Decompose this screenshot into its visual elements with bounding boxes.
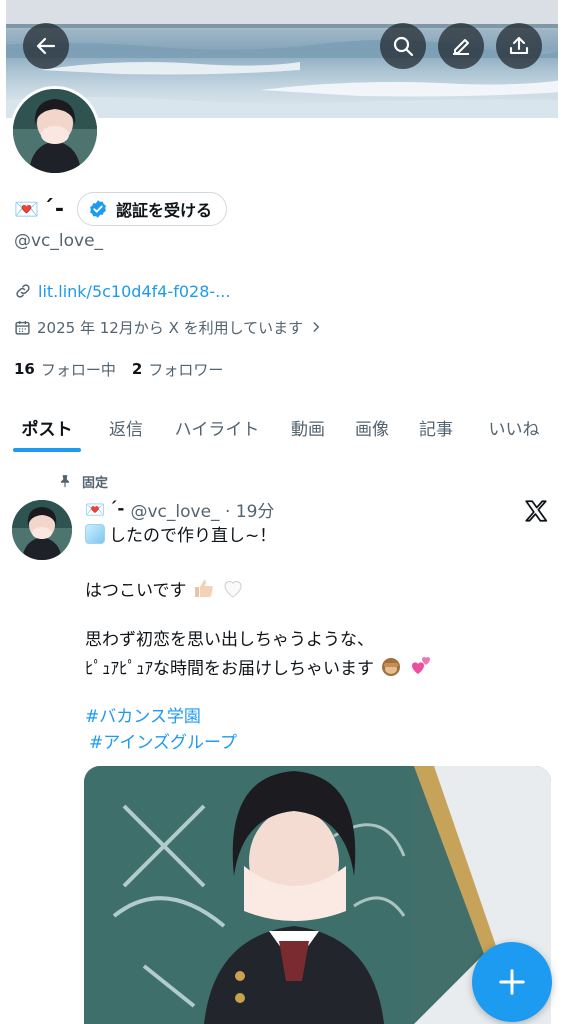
back-button[interactable] <box>23 23 69 69</box>
get-verified-button[interactable]: 認証を受ける <box>77 192 228 226</box>
profile-name-row: 💌 ´- 認証を受ける <box>14 192 228 226</box>
tab-articles-label: 記事 <box>419 419 453 440</box>
tab-posts[interactable]: ポスト <box>0 400 94 454</box>
link-icon <box>16 284 30 298</box>
see-no-evil-monkey-emoji <box>382 658 401 676</box>
tab-likes[interactable]: いいね <box>468 400 560 454</box>
tab-highlights-label: ハイライト <box>174 419 260 440</box>
post-header: 💌 ´- @vc_love_ · 19分 <box>85 497 274 522</box>
post-line-1-text: したので作り直し~！ <box>109 526 277 546</box>
tab-videos[interactable]: 動画 <box>276 400 340 454</box>
hashtag-link-2[interactable]: #アインズグループ <box>89 731 237 755</box>
followers-label[interactable]: フォロワー <box>148 359 223 380</box>
following-label[interactable]: フォロー中 <box>41 359 116 380</box>
profile-name: ´- <box>42 196 66 222</box>
search-button[interactable] <box>380 23 426 69</box>
ice-cube-emoji <box>85 524 105 544</box>
joined-date-row[interactable]: 2025 年 12月から X を利用しています <box>14 316 329 338</box>
profile-tabs: ポスト 返信 ハイライト 動画 画像 記事 いいね <box>0 400 564 454</box>
profile-link[interactable]: lit.link/5c10d4f4-f028-... <box>14 280 230 302</box>
post-handle-time[interactable]: @vc_love_ · 19分 <box>130 497 274 522</box>
tab-posts-label: ポスト <box>21 419 73 440</box>
back-arrow-icon <box>36 37 56 55</box>
pin-icon <box>60 475 70 488</box>
love-letter-emoji: 💌 <box>14 197 39 221</box>
search-icon <box>393 36 414 57</box>
post-line-4-text: ﾋﾟｭｱﾋﾟｭｱな時間をお届けしちゃいます <box>85 659 374 679</box>
post-avatar-photo <box>12 500 72 560</box>
tab-articles[interactable]: 記事 <box>404 400 468 454</box>
tab-highlights[interactable]: ハイライト <box>158 400 276 454</box>
verified-check-icon <box>90 200 106 218</box>
compose-post-button[interactable] <box>472 942 552 1022</box>
avatar-photo <box>13 89 97 173</box>
follow-stats: 16 フォロー中 2 フォロワー <box>14 358 239 380</box>
tab-videos-label: 動画 <box>291 419 325 440</box>
tab-replies[interactable]: 返信 <box>94 400 158 454</box>
profile-avatar[interactable] <box>10 86 100 176</box>
hashtag-link-1[interactable]: #バカンス学園 <box>85 705 201 729</box>
joined-date-text: 2025 年 12月から X を利用しています <box>37 318 304 337</box>
post-line-2-text: はつこいです <box>85 581 187 601</box>
two-hearts-emoji <box>411 657 430 674</box>
calendar-icon <box>15 320 30 335</box>
pinned-indicator: 固定 <box>58 472 109 491</box>
profile-link-text[interactable]: lit.link/5c10d4f4-f028-... <box>38 282 230 301</box>
tab-replies-label: 返信 <box>109 419 143 440</box>
author-love-letter-emoji: 💌 <box>85 499 105 519</box>
share-button[interactable] <box>496 23 542 69</box>
profile-handle: @vc_love_ <box>14 231 104 251</box>
tab-images-label: 画像 <box>355 419 389 440</box>
tab-likes-label: いいね <box>488 419 540 440</box>
chevron-right-icon <box>313 322 320 332</box>
post-text-line-3: 思わず初恋を思い出しちゃうような、 <box>85 628 545 652</box>
active-tab-indicator <box>13 448 81 452</box>
edit-icon <box>453 39 469 55</box>
edit-button[interactable] <box>438 23 484 69</box>
x-logo-icon <box>525 500 548 522</box>
followers-count[interactable]: 2 <box>132 360 142 378</box>
share-icon <box>509 36 529 55</box>
post-text-line-2: はつこいです <box>85 576 545 603</box>
tab-images[interactable]: 画像 <box>340 400 404 454</box>
post-author-name[interactable]: ´- <box>109 499 125 519</box>
get-verified-label: 認証を受ける <box>116 201 213 220</box>
post-text-line-1: したので作り直し~！ <box>85 524 545 548</box>
pinned-label: 固定 <box>82 475 109 491</box>
following-count[interactable]: 16 <box>14 360 35 378</box>
post-line-3-text: 思わず初恋を思い出しちゃうような、 <box>85 630 374 650</box>
post-author-avatar[interactable] <box>12 500 72 560</box>
thumbs-up-emoji <box>194 580 213 597</box>
post-text-line-4: ﾋﾟｭｱﾋﾟｭｱな時間をお届けしちゃいます <box>85 654 545 681</box>
white-heart-emoji <box>224 581 242 598</box>
plus-icon <box>499 969 525 995</box>
